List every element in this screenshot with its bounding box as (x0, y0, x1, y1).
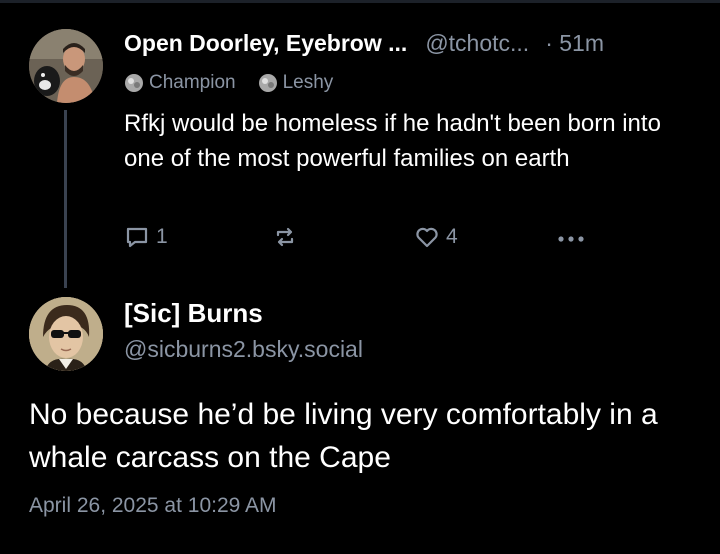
post-date: April 26, 2025 at 10:29 AM (29, 494, 277, 517)
parent-post-header: Open Doorley, Eyebrow ... @tchotc... · 5… (124, 30, 604, 64)
heart-icon (416, 227, 438, 248)
post-actions: 1 4 (124, 224, 604, 254)
repost-button[interactable] (272, 224, 298, 250)
avatar[interactable] (29, 297, 103, 371)
like-count: 4 (446, 225, 458, 248)
badge-icon (125, 74, 143, 92)
badge-row: Champion Leshy (124, 72, 355, 94)
avatar-portrait-with-sunglasses (29, 297, 103, 371)
author-handle[interactable]: @sicburns2.bsky.social (124, 336, 363, 363)
main-post-text[interactable]: No because he’d be living very comfortab… (29, 393, 699, 479)
badge-leshy: Leshy (258, 72, 334, 94)
badge-champion: Champion (124, 72, 236, 94)
author-display-name[interactable]: Open Doorley, Eyebrow ... (124, 30, 407, 57)
more-options-button[interactable] (556, 226, 586, 252)
reply-icon (126, 227, 148, 248)
post-time[interactable]: · 51m (545, 30, 604, 57)
author-handle[interactable]: @tchotc... (425, 30, 529, 57)
badge-label: Champion (149, 72, 236, 93)
badge-icon (258, 74, 277, 92)
badge-label: Leshy (282, 72, 334, 93)
parent-post-text[interactable]: Rfkj would be homeless if he hadn't been… (124, 106, 684, 176)
thread-line (64, 110, 67, 288)
reply-count: 1 (156, 225, 168, 248)
like-button[interactable]: 4 (414, 224, 458, 250)
repost-icon (276, 227, 294, 247)
avatar[interactable] (29, 29, 103, 103)
author-display-name[interactable]: [Sic] Burns (124, 298, 263, 329)
reply-button[interactable]: 1 (124, 224, 168, 250)
avatar-photo-man-with-dog (29, 29, 103, 103)
more-options-icon (558, 236, 584, 242)
top-divider (0, 0, 720, 3)
